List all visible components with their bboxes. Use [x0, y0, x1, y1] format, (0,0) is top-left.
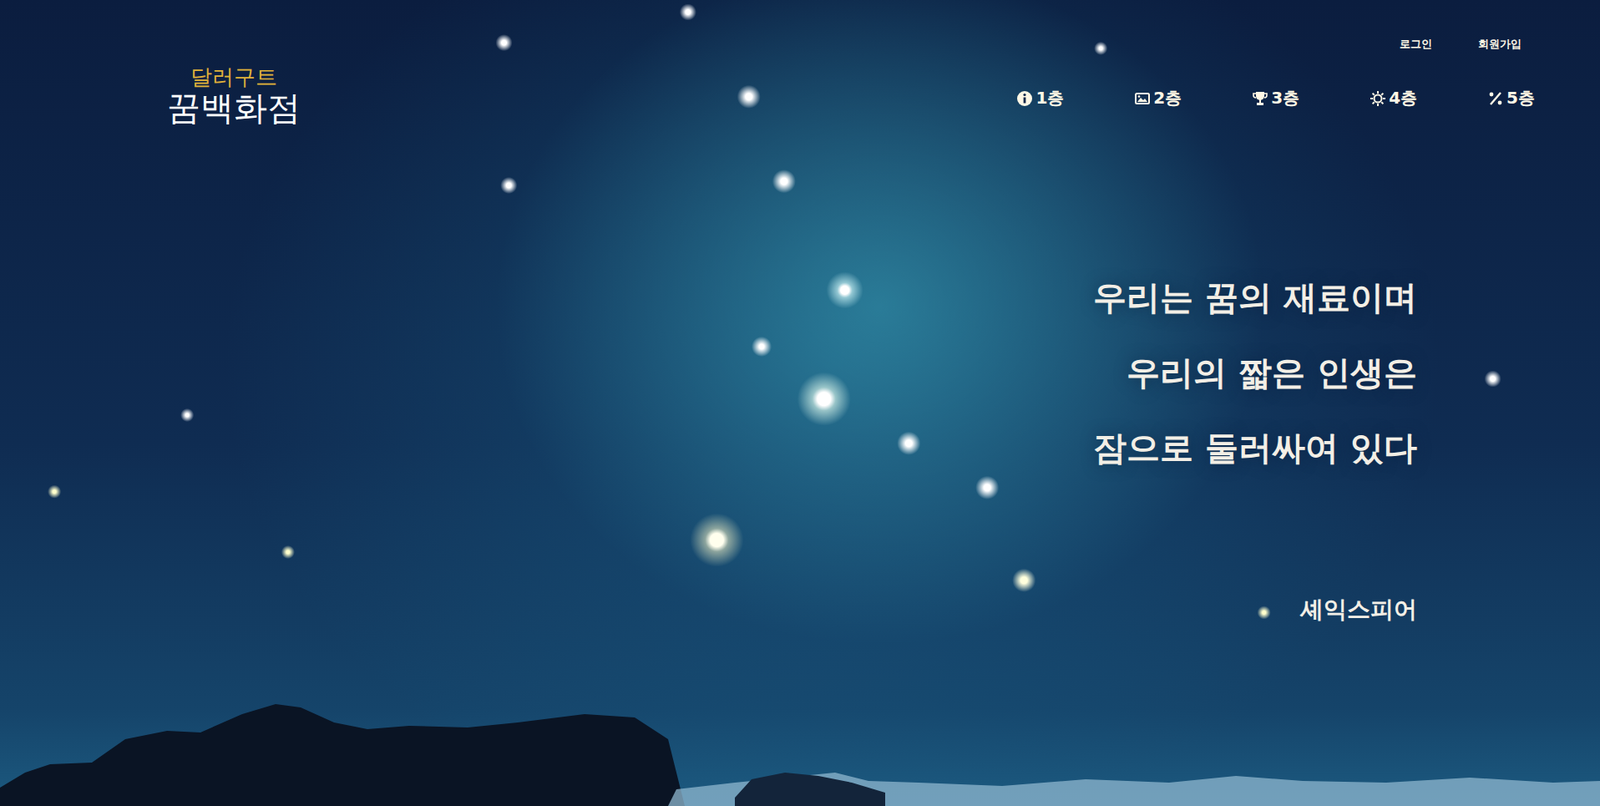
nav-item[interactable]: 5층 — [1487, 86, 1535, 110]
trophy-icon — [1251, 90, 1269, 107]
logo[interactable]: 달러구트꿈백화점 — [167, 65, 301, 127]
quote-line: 잠으로 둘러싸여 있다 — [1093, 410, 1418, 486]
nav-label: 2층 — [1153, 86, 1182, 110]
nav-label: 3층 — [1270, 86, 1300, 110]
hero: 우리는 꿈의 재료이며우리의 짧은 인생은잠으로 둘러싸여 있다셰익스피어 — [0, 126, 1600, 626]
image-icon — [1134, 90, 1151, 107]
header-right: 로그인 회원가입 1층 2층 3층 4층 5층 — [1016, 36, 1535, 110]
nav-item[interactable]: 4층 — [1369, 86, 1418, 110]
nav-label: 1층 — [1035, 86, 1064, 110]
percent-icon — [1487, 90, 1504, 107]
quote-line: 우리는 꿈의 재료이며 — [1093, 259, 1418, 335]
nav-item[interactable]: 2층 — [1134, 86, 1182, 110]
account-links: 로그인 회원가입 — [1399, 36, 1522, 52]
nav-item[interactable]: 1층 — [1016, 86, 1064, 110]
quote-line: 우리의 짧은 인생은 — [1093, 334, 1418, 411]
floor-nav: 1층 2층 3층 4층 5층 — [1016, 86, 1535, 110]
quote-author: 셰익스피어 — [1093, 593, 1418, 626]
mountain-silhouette — [0, 688, 1600, 806]
sun-icon — [1369, 90, 1387, 107]
nav-label: 4층 — [1388, 86, 1418, 110]
logo-top-text: 달러구트 — [167, 65, 301, 90]
nav-item[interactable]: 3층 — [1251, 86, 1300, 110]
quote: 우리는 꿈의 재료이며우리의 짧은 인생은잠으로 둘러싸여 있다셰익스피어 — [1084, 259, 1426, 626]
info-icon — [1016, 90, 1033, 107]
nav-label: 5층 — [1506, 86, 1535, 110]
landing-page: 달러구트꿈백화점 로그인 회원가입 1층 2층 3층 4층 5층우리는 꿈의 재료이며우리의 … — [0, 0, 1600, 806]
account-link[interactable]: 회원가입 — [1478, 36, 1522, 52]
logo-bottom-text: 꿈백화점 — [167, 89, 301, 127]
account-link[interactable]: 로그인 — [1399, 36, 1433, 52]
site-header: 달러구트꿈백화점 로그인 회원가입 1층 2층 3층 4층 5층 — [0, 0, 1600, 127]
